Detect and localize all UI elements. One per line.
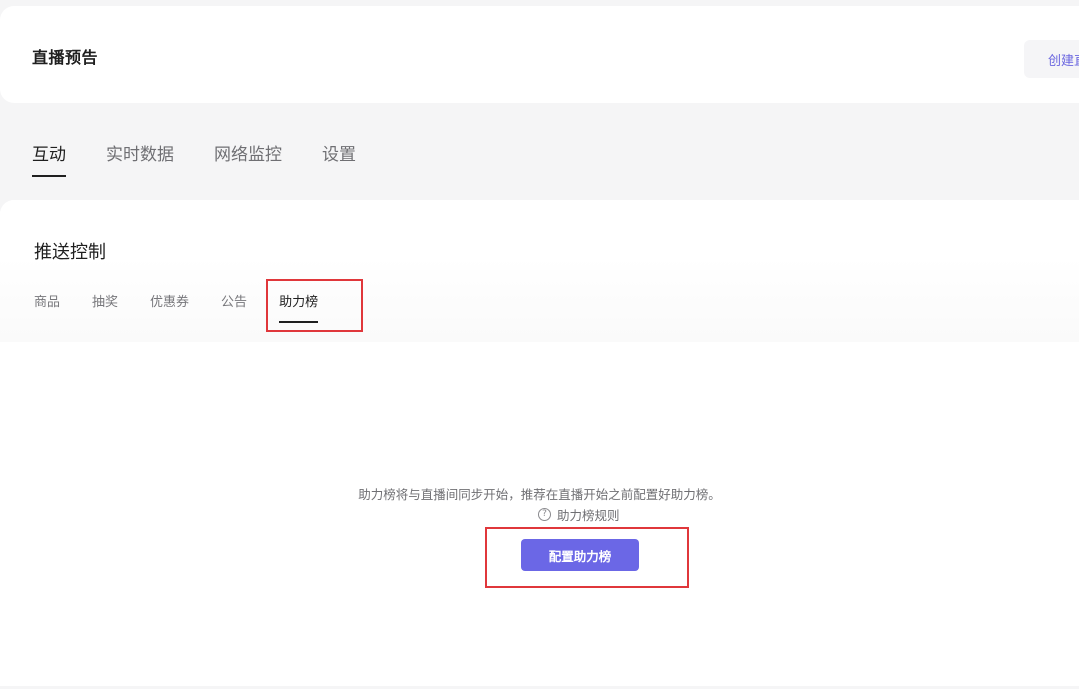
main-tabs: 互动 实时数据 网络监控 设置 — [32, 143, 396, 177]
subtab-boost-ranking[interactable]: 助力榜 — [279, 293, 319, 323]
push-control-tabs: 商品 抽奖 优惠券 公告 助力榜 — [34, 293, 350, 323]
boost-ranking-rules-link[interactable]: ? 助力榜规则 — [538, 505, 620, 524]
tab-interaction[interactable]: 互动 — [32, 143, 66, 177]
live-console-page: 直播预告 创建直播 互动 实时数据 网络监控 设置 推送控制 商品 抽奖 优惠券… — [0, 0, 1079, 689]
push-control-card: 推送控制 商品 抽奖 优惠券 公告 助力榜 助力榜将与直播间同步开始，推荐在直播… — [0, 200, 1079, 686]
push-control-header: 推送控制 商品 抽奖 优惠券 公告 助力榜 — [0, 200, 1079, 342]
page-title: 直播预告 — [32, 48, 99, 67]
configure-boost-ranking-button[interactable]: 配置助力榜 — [521, 539, 639, 571]
question-circle-icon: ? — [538, 508, 551, 521]
tab-network-monitor[interactable]: 网络监控 — [214, 143, 282, 177]
create-live-button[interactable]: 创建直播 — [1024, 40, 1079, 78]
subtab-coupons[interactable]: 优惠券 — [150, 293, 189, 323]
tab-realtime-data[interactable]: 实时数据 — [106, 143, 174, 177]
section-title: 推送控制 — [34, 242, 106, 263]
subtab-announcement[interactable]: 公告 — [221, 293, 247, 323]
subtab-lottery[interactable]: 抽奖 — [92, 293, 118, 323]
rules-link-label: 助力榜规则 — [557, 508, 620, 523]
empty-state-hint: 助力榜将与直播间同步开始，推荐在直播开始之前配置好助力榜。 — [358, 487, 721, 502]
subtab-products[interactable]: 商品 — [34, 293, 60, 323]
header-card: 直播预告 创建直播 — [0, 6, 1079, 103]
tab-settings[interactable]: 设置 — [322, 143, 356, 177]
